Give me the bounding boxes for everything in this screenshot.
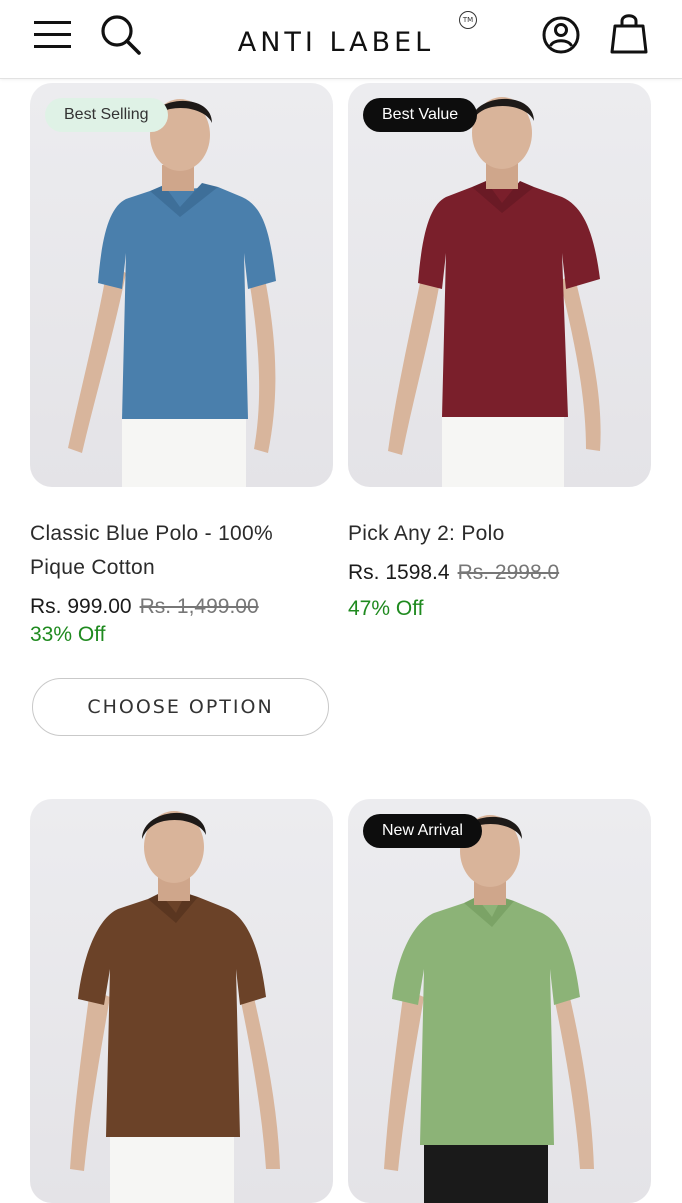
original-price: Rs. 2998.0 xyxy=(457,561,560,584)
price-row: Rs. 999.00 Rs. 1,499.00 xyxy=(30,594,259,620)
discount-label: 33% Off xyxy=(30,623,106,646)
product-image-green-polo[interactable]: New Arrival xyxy=(348,799,651,1203)
choose-option-button[interactable]: CHOOSE OPTION xyxy=(32,678,329,736)
price-row: Rs. 1598.4 Rs. 2998.0 xyxy=(348,560,559,586)
model-photo xyxy=(384,815,594,1203)
product-title[interactable]: Pick Any 2: Polo xyxy=(348,517,505,551)
trademark-symbol: TM xyxy=(459,11,477,29)
product-title-line-1[interactable]: Classic Blue Polo - 100% xyxy=(30,517,273,551)
new-arrival-badge: New Arrival xyxy=(363,814,482,848)
original-price: Rs. 1,499.00 xyxy=(139,595,259,618)
product-image-pick-any-2-polo[interactable]: Best Value xyxy=(348,83,651,487)
green-polo-shirt xyxy=(392,901,580,1145)
site-header: ANTI LABEL TM xyxy=(0,0,682,79)
best-value-badge: Best Value xyxy=(363,98,478,132)
blue-polo-shirt xyxy=(98,187,276,419)
model-photo xyxy=(68,99,276,487)
menu-icon[interactable] xyxy=(34,18,72,50)
discount-label: 47% Off xyxy=(348,597,424,620)
sale-price: Rs. 1598.4 xyxy=(348,561,450,584)
search-icon[interactable] xyxy=(100,14,142,56)
best-selling-badge: Best Selling xyxy=(45,98,168,132)
product-image-classic-blue-polo[interactable]: Best Selling xyxy=(30,83,333,487)
model-photo xyxy=(70,811,280,1203)
sale-price: Rs. 999.00 xyxy=(30,595,132,618)
product-title-line-2[interactable]: Pique Cotton xyxy=(30,551,155,585)
account-icon[interactable] xyxy=(541,15,581,55)
shopping-bag-icon[interactable] xyxy=(610,12,648,54)
brand-logo[interactable]: ANTI LABEL xyxy=(203,27,469,59)
product-image-brown-polo[interactable] xyxy=(30,799,333,1203)
model-photo xyxy=(388,97,601,487)
